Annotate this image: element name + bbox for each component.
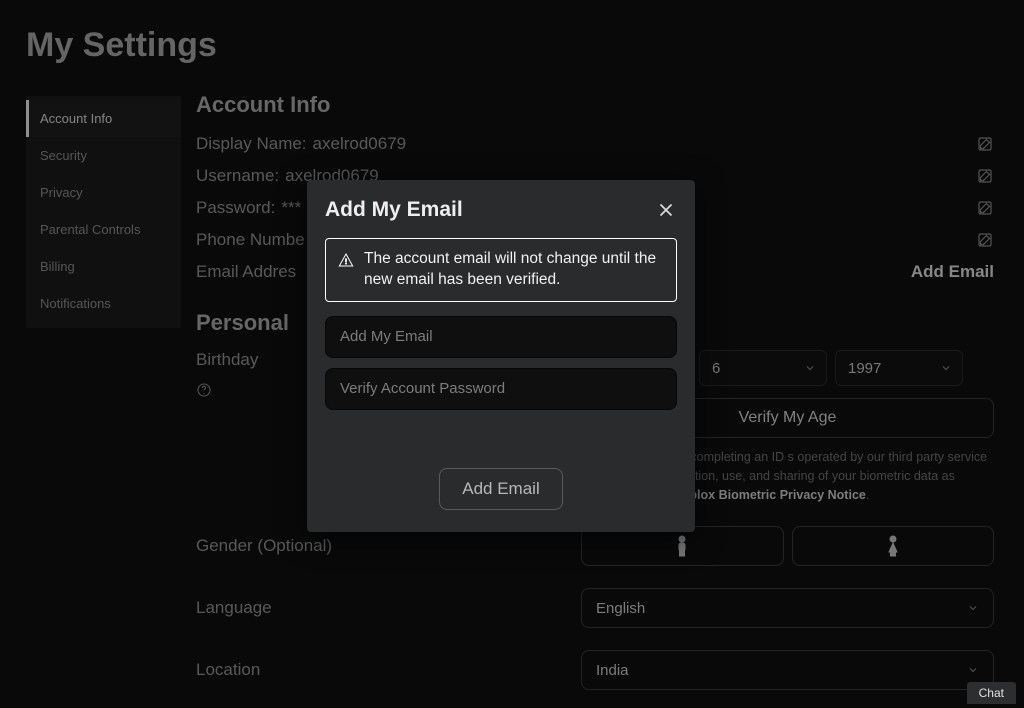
- chat-widget[interactable]: Chat: [967, 682, 1016, 704]
- add-email-modal: Add My Email The account email will not …: [307, 180, 695, 532]
- modal-warning: The account email will not change until …: [325, 238, 677, 302]
- warning-icon: [338, 252, 354, 268]
- verify-password-input[interactable]: [325, 368, 677, 410]
- add-email-submit-button[interactable]: Add Email: [439, 468, 562, 510]
- modal-warning-text: The account email will not change until …: [364, 249, 664, 291]
- close-icon[interactable]: [655, 199, 677, 221]
- email-input[interactable]: [325, 316, 677, 358]
- modal-title: Add My Email: [325, 198, 463, 222]
